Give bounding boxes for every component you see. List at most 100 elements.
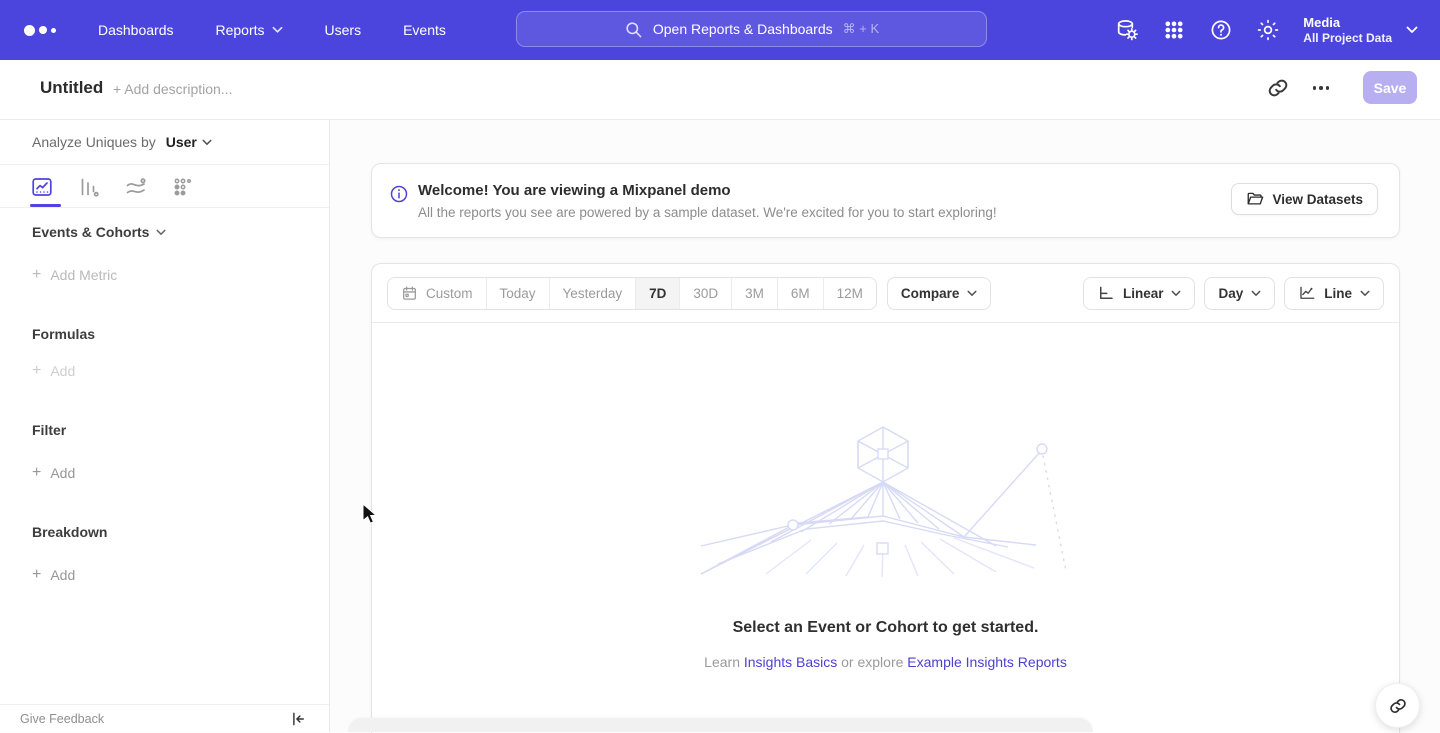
line-chart-icon [1298, 284, 1316, 302]
range-7d-selected[interactable]: 7D [635, 278, 679, 309]
nav-dashboards[interactable]: Dashboards [98, 22, 174, 38]
top-nav-right: Media All Project Data [1115, 0, 1440, 60]
info-icon [389, 184, 409, 204]
tab-retention-grid-icon[interactable] [171, 175, 195, 199]
insights-basics-link[interactable]: Insights Basics [744, 654, 837, 670]
report-header-bar: Untitled + Add description... [0, 60, 1440, 120]
range-custom-label: Custom [426, 286, 473, 301]
range-yesterday-label: Yesterday [563, 286, 623, 301]
events-cohorts-label: Events & Cohorts [32, 224, 149, 240]
empty-state-subtitle: Learn Insights Basics or explore Example… [372, 654, 1399, 670]
apps-grid-icon[interactable] [1162, 18, 1186, 42]
copy-link-icon[interactable] [1266, 76, 1290, 100]
scale-dropdown[interactable]: Linear [1083, 277, 1196, 310]
project-chevron-down-icon [1406, 26, 1418, 34]
project-scope: All Project Data [1303, 31, 1392, 46]
range-30d-label: 30D [693, 286, 718, 301]
tab-line-chart-icon[interactable] [30, 175, 54, 199]
collapse-sidebar-icon[interactable] [289, 710, 307, 728]
chevron-down-icon [1251, 290, 1261, 297]
project-name: Media [1303, 15, 1392, 31]
calendar-icon [401, 285, 418, 302]
scale-label: Linear [1123, 286, 1164, 301]
range-12m-label: 12M [837, 286, 863, 301]
mixpanel-logo[interactable] [24, 25, 56, 36]
filter-section-title: Filter [32, 422, 66, 438]
range-12m[interactable]: 12M [823, 278, 876, 309]
compare-label: Compare [901, 286, 960, 301]
save-button[interactable]: Save [1363, 71, 1417, 104]
nav-events-label: Events [403, 22, 446, 38]
add-metric-button[interactable]: + Add Metric [32, 266, 117, 284]
floating-copy-link-button[interactable] [1375, 683, 1420, 728]
nav-users-label: Users [325, 22, 362, 38]
granularity-dropdown[interactable]: Day [1204, 277, 1275, 310]
range-today[interactable]: Today [486, 278, 549, 309]
view-datasets-button[interactable]: View Datasets [1231, 183, 1378, 215]
linear-axis-icon [1097, 284, 1115, 302]
plus-icon: + [32, 362, 41, 380]
events-cohorts-section[interactable]: Events & Cohorts [32, 224, 166, 240]
add-breakdown-label: Add [50, 567, 75, 583]
chevron-down-icon [967, 290, 977, 297]
chart-options-group: Linear Day Line [1083, 277, 1384, 310]
view-datasets-label: View Datasets [1272, 192, 1363, 207]
granularity-label: Day [1218, 286, 1243, 301]
active-tab-underline [30, 204, 61, 207]
global-search[interactable]: Open Reports & Dashboards ⌘ + K [516, 11, 987, 47]
top-nav-bar: Dashboards Reports Users Events Open Rep… [0, 0, 1440, 60]
analyze-by-dropdown[interactable]: User [166, 134, 212, 150]
report-title[interactable]: Untitled [40, 78, 103, 98]
add-filter-button[interactable]: + Add [32, 464, 75, 482]
range-6m[interactable]: 6M [777, 278, 823, 309]
empty-state-title: Select an Event or Cohort to get started… [372, 619, 1399, 637]
range-6m-label: 6M [791, 286, 810, 301]
range-today-label: Today [500, 286, 536, 301]
analyze-by-value: User [166, 134, 197, 150]
analyze-uniques-row: Analyze Uniques by User [0, 120, 329, 165]
folder-icon [1246, 190, 1264, 208]
data-management-icon[interactable] [1115, 18, 1139, 42]
or-explore-text: or explore [837, 654, 907, 670]
nav-dashboards-label: Dashboards [98, 22, 174, 38]
nav-users[interactable]: Users [325, 22, 362, 38]
plus-icon: + [32, 566, 41, 584]
tab-flows-icon[interactable] [124, 175, 148, 199]
banner-subtitle: All the reports you see are powered by a… [418, 205, 997, 220]
bottom-panel-edge [348, 718, 1093, 732]
query-builder-sidebar: Analyze Uniques by User Events & Cohorts… [0, 120, 330, 732]
demo-welcome-banner: Welcome! You are viewing a Mixpanel demo… [371, 163, 1400, 238]
chevron-down-icon [156, 229, 166, 236]
formulas-section-title: Formulas [32, 326, 95, 342]
add-formula-button[interactable]: + Add [32, 362, 75, 380]
range-yesterday[interactable]: Yesterday [549, 278, 636, 309]
report-toolbar: Custom Today Yesterday 7D 30D 3M 6M 12M … [372, 264, 1399, 323]
range-custom[interactable]: Custom [388, 278, 486, 309]
nav-reports[interactable]: Reports [216, 22, 283, 38]
search-icon [624, 20, 643, 39]
settings-gear-icon[interactable] [1256, 18, 1280, 42]
tab-bar-chart-icon[interactable] [77, 175, 101, 199]
range-3m[interactable]: 3M [731, 278, 777, 309]
chart-type-label: Line [1324, 286, 1352, 301]
add-breakdown-button[interactable]: + Add [32, 566, 75, 584]
help-icon[interactable] [1209, 18, 1233, 42]
sidebar-footer: Give Feedback [0, 704, 329, 732]
empty-state-wireframe-illustration [696, 424, 1076, 579]
nav-events[interactable]: Events [403, 22, 446, 38]
range-30d[interactable]: 30D [679, 278, 731, 309]
more-options-icon[interactable] [1309, 76, 1333, 100]
compare-dropdown[interactable]: Compare [887, 277, 992, 310]
analyze-uniques-label: Analyze Uniques by [32, 134, 156, 150]
chart-type-tabs [0, 166, 329, 208]
give-feedback-link[interactable]: Give Feedback [20, 712, 104, 726]
chart-type-dropdown[interactable]: Line [1284, 277, 1384, 310]
date-range-control: Custom Today Yesterday 7D 30D 3M 6M 12M [387, 277, 877, 310]
plus-icon: + [32, 266, 41, 284]
example-insights-reports-link[interactable]: Example Insights Reports [907, 654, 1067, 670]
project-switcher[interactable]: Media All Project Data [1303, 15, 1392, 46]
empty-state: Select an Event or Cohort to get started… [372, 324, 1399, 670]
report-description-placeholder[interactable]: + Add description... [113, 81, 232, 97]
main-content: Welcome! You are viewing a Mixpanel demo… [330, 120, 1440, 732]
search-placeholder: Open Reports & Dashboards [653, 21, 833, 37]
